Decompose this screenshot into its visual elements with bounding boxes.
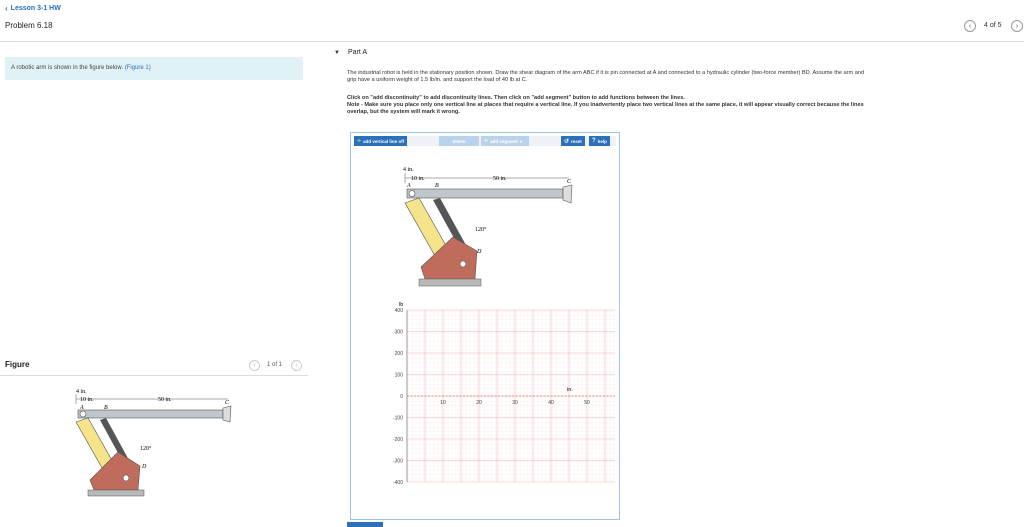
prev-problem-button[interactable]: ‹ <box>964 20 976 32</box>
x-tick-label: 30 <box>512 400 518 406</box>
submit-button[interactable] <box>347 522 383 527</box>
figure-prev-button[interactable]: ‹ <box>249 360 260 371</box>
next-problem-button[interactable]: › <box>1011 20 1023 32</box>
shear-diagram-graph[interactable]: lb in. 4003002001000-100-200-300-400 10 2… <box>351 298 619 498</box>
plus-icon: + <box>357 137 362 145</box>
plus-icon: + <box>484 137 489 145</box>
intro-text: A robotic arm is shown in the figure bel… <box>11 65 124 71</box>
page-counter: 4 of 5 <box>984 22 1002 29</box>
x-unit-label: in. <box>567 387 573 393</box>
instructions-line-1: Click on "add discontinuity" to add disc… <box>347 95 685 101</box>
chevron-right-icon: › <box>1015 22 1019 30</box>
chevron-left-icon: ‹ <box>253 362 256 369</box>
dim-50in: 50 in. <box>493 176 507 182</box>
y-tick-label: -400 <box>393 480 403 486</box>
help-label: help <box>597 138 607 144</box>
label-D: D <box>141 464 147 470</box>
grip <box>222 405 232 423</box>
figure-next-button[interactable]: › <box>291 360 302 371</box>
y-tick-label: 100 <box>395 373 404 379</box>
arm-bar <box>77 409 224 419</box>
x-tick-label: 40 <box>548 400 554 406</box>
delete-button[interactable]: delete <box>439 136 479 146</box>
x-tick-label: 50 <box>584 400 590 406</box>
chevron-right-icon: › <box>295 362 298 369</box>
y-tick-label: 200 <box>395 351 404 357</box>
intro-box: A robotic arm is shown in the figure bel… <box>5 57 303 80</box>
figure-divider <box>0 375 308 376</box>
figure-counter: 1 of 1 <box>267 362 283 368</box>
back-link-label: Lesson 3-1 HW <box>10 5 61 12</box>
label-C: C <box>225 400 230 406</box>
statement-line-2: grip have a uniform weight of 1.5 lb/in.… <box>347 77 528 83</box>
y-tick-label: 400 <box>395 308 404 314</box>
add-vertical-line-button[interactable]: + add vertical line off <box>354 136 408 146</box>
x-tick-label: 10 <box>440 400 446 406</box>
add-segment-button[interactable]: + add segment ▾ <box>481 136 529 146</box>
add-segment-label: add segment <box>490 138 518 144</box>
robot-arm-figure-left: 4 in. 10 in. 50 in. A B C D 120° <box>75 389 232 497</box>
figure-link[interactable]: (Figure 1) <box>125 65 151 71</box>
delete-label: delete <box>452 138 466 144</box>
label-B: B <box>435 183 439 189</box>
part-a-label: Part A <box>347 49 368 56</box>
drawing-tool-panel: + add vertical line off delete + add seg… <box>350 132 620 520</box>
angle-label: 120° <box>475 226 487 233</box>
label-D: D <box>476 249 482 255</box>
dim-4in: 4 in. <box>76 389 87 395</box>
chevron-left-icon: ‹ <box>968 22 972 30</box>
dim-4in: 4 in. <box>403 167 414 173</box>
reset-button[interactable]: ↺ reset <box>561 136 585 146</box>
reset-icon: ↺ <box>564 138 570 145</box>
add-vertical-line-label: add vertical line off <box>363 138 405 144</box>
problem-statement: The industrial robot is held in the stat… <box>347 70 1017 84</box>
reset-label: reset <box>571 138 582 144</box>
instructions-line-2: Note - Make sure you place only one vert… <box>347 102 864 108</box>
back-link[interactable]: ‹ Lesson 3-1 HW <box>5 4 61 13</box>
dim-50in: 50 in. <box>158 397 172 403</box>
statement-line-1: The industrial robot is held in the stat… <box>347 70 865 76</box>
instructions: Click on "add discontinuity" to add disc… <box>347 95 1017 116</box>
page-title: Problem 6.18 <box>5 21 53 30</box>
arm-bar <box>406 188 564 199</box>
angle-label: 120° <box>140 445 152 452</box>
y-tick-label: 0 <box>400 394 403 400</box>
chevron-left-icon: ‹ <box>5 4 8 13</box>
grip <box>562 184 573 204</box>
instructions-line-3: overlap, but the system will mark it wro… <box>347 109 460 115</box>
y-tick-label: -300 <box>393 459 403 465</box>
header-divider <box>0 41 1024 42</box>
dim-10in: 10 in. <box>411 176 425 182</box>
figure-heading: Figure <box>5 360 30 369</box>
label-A: A <box>406 183 411 189</box>
help-button[interactable]: ? help <box>589 136 610 146</box>
help-icon: ? <box>592 138 596 144</box>
collapse-caret-icon: ▼ <box>334 49 340 56</box>
chevron-down-icon: ▾ <box>519 138 522 144</box>
y-tick-label: -200 <box>393 437 403 443</box>
y-tick-label: 300 <box>395 330 404 336</box>
dim-10in: 10 in. <box>80 397 94 403</box>
robot-arm-figure-main: 4 in. 10 in. 50 in. A B C D 120° <box>403 167 573 287</box>
y-tick-label: -100 <box>393 416 403 422</box>
x-tick-label: 20 <box>476 400 482 406</box>
part-a-header[interactable]: ▼ Part A <box>334 49 367 56</box>
label-C: C <box>567 179 572 185</box>
